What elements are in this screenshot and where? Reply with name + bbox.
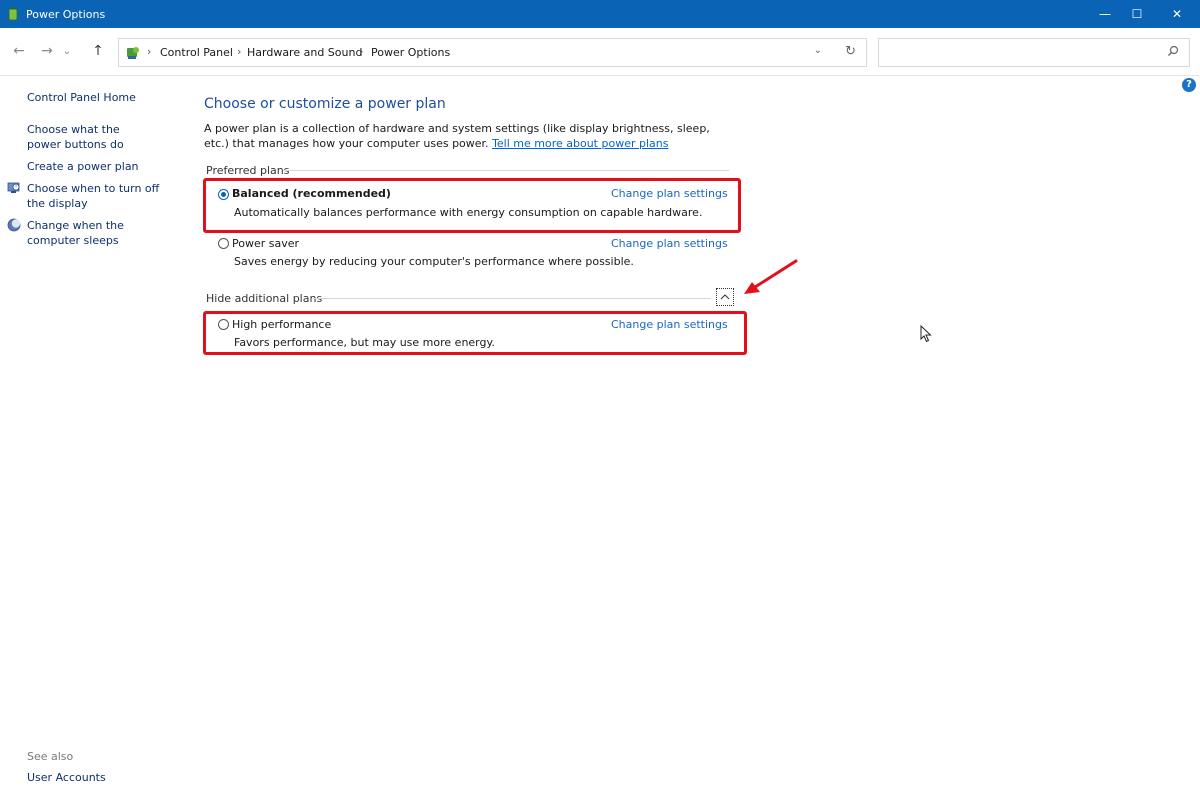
window-title: Power Options	[26, 8, 106, 21]
forward-button[interactable]: →	[36, 40, 58, 62]
sidebar-item-create-power-plan[interactable]: Create a power plan	[27, 159, 177, 174]
plan-name-power-saver: Power saver	[232, 237, 300, 250]
refresh-icon[interactable]: ↻	[845, 44, 856, 59]
breadcrumb-separator: ›	[237, 45, 242, 58]
see-also-heading: See also	[27, 750, 74, 763]
change-plan-settings-power-saver[interactable]: Change plan settings	[611, 237, 728, 250]
user-accounts-link[interactable]: User Accounts	[27, 771, 106, 784]
search-icon[interactable]	[1167, 45, 1179, 57]
address-bar-row: ← → ⌄ ↑ › Control Panel › Hardware and S…	[0, 28, 1200, 76]
power-options-icon	[8, 7, 18, 21]
radio-balanced[interactable]	[218, 189, 229, 200]
sidebar-item-power-buttons[interactable]: Choose what the power buttons do	[27, 122, 157, 152]
title-bar: Power Options — ☐ ✕	[0, 0, 1200, 28]
plan-name-high-performance: High performance	[232, 318, 332, 331]
radio-high-performance[interactable]	[218, 319, 229, 330]
up-button[interactable]: ↑	[87, 40, 109, 62]
monitor-clock-icon	[7, 182, 20, 193]
tell-me-more-link[interactable]: Tell me more about power plans	[492, 137, 668, 150]
address-box[interactable]: › Control Panel › Hardware and Sound › P…	[118, 38, 867, 67]
hide-additional-plans-heading[interactable]: Hide additional plans	[206, 292, 322, 305]
divider	[313, 298, 711, 299]
back-button[interactable]: ←	[8, 40, 30, 62]
red-arrow-annotation	[744, 259, 798, 294]
mouse-cursor-icon	[920, 325, 932, 343]
breadcrumb-hardware-and-sound[interactable]: Hardware and Sound	[247, 46, 362, 59]
sidebar-item-turn-off-display[interactable]: Choose when to turn off the display	[27, 181, 177, 211]
plan-desc-power-saver: Saves energy by reducing your computer's…	[234, 255, 634, 268]
breadcrumb-power-options[interactable]: Power Options	[371, 46, 450, 59]
collapse-additional-plans-button[interactable]	[716, 288, 734, 306]
recent-locations-button[interactable]: ⌄	[60, 40, 74, 62]
control-panel-home-link[interactable]: Control Panel Home	[27, 90, 177, 105]
chevron-up-icon	[720, 294, 730, 300]
breadcrumb-separator: ›	[359, 45, 364, 58]
breadcrumb-separator: ›	[147, 45, 152, 58]
change-plan-settings-high-performance[interactable]: Change plan settings	[611, 318, 728, 331]
page-title: Choose or customize a power plan	[204, 96, 446, 112]
intro-text: A power plan is a collection of hardware…	[204, 121, 724, 151]
control-panel-icon	[127, 47, 139, 59]
plan-desc-balanced: Automatically balances performance with …	[234, 206, 703, 219]
search-box[interactable]	[878, 38, 1190, 67]
address-dropdown-icon[interactable]: ⌄	[814, 45, 822, 56]
moon-icon	[7, 218, 21, 232]
preferred-plans-heading: Preferred plans	[206, 164, 290, 177]
sidebar-item-computer-sleeps[interactable]: Change when the computer sleeps	[27, 218, 172, 248]
plan-name-balanced: Balanced (recommended)	[232, 187, 391, 200]
radio-power-saver[interactable]	[218, 238, 229, 249]
plan-desc-high-performance: Favors performance, but may use more ene…	[234, 336, 495, 349]
breadcrumb-control-panel[interactable]: Control Panel	[160, 46, 233, 59]
close-button[interactable]: ✕	[1154, 0, 1200, 28]
search-input[interactable]	[887, 45, 1157, 61]
divider	[283, 170, 729, 171]
change-plan-settings-balanced[interactable]: Change plan settings	[611, 187, 728, 200]
help-icon[interactable]: ?	[1182, 78, 1196, 92]
